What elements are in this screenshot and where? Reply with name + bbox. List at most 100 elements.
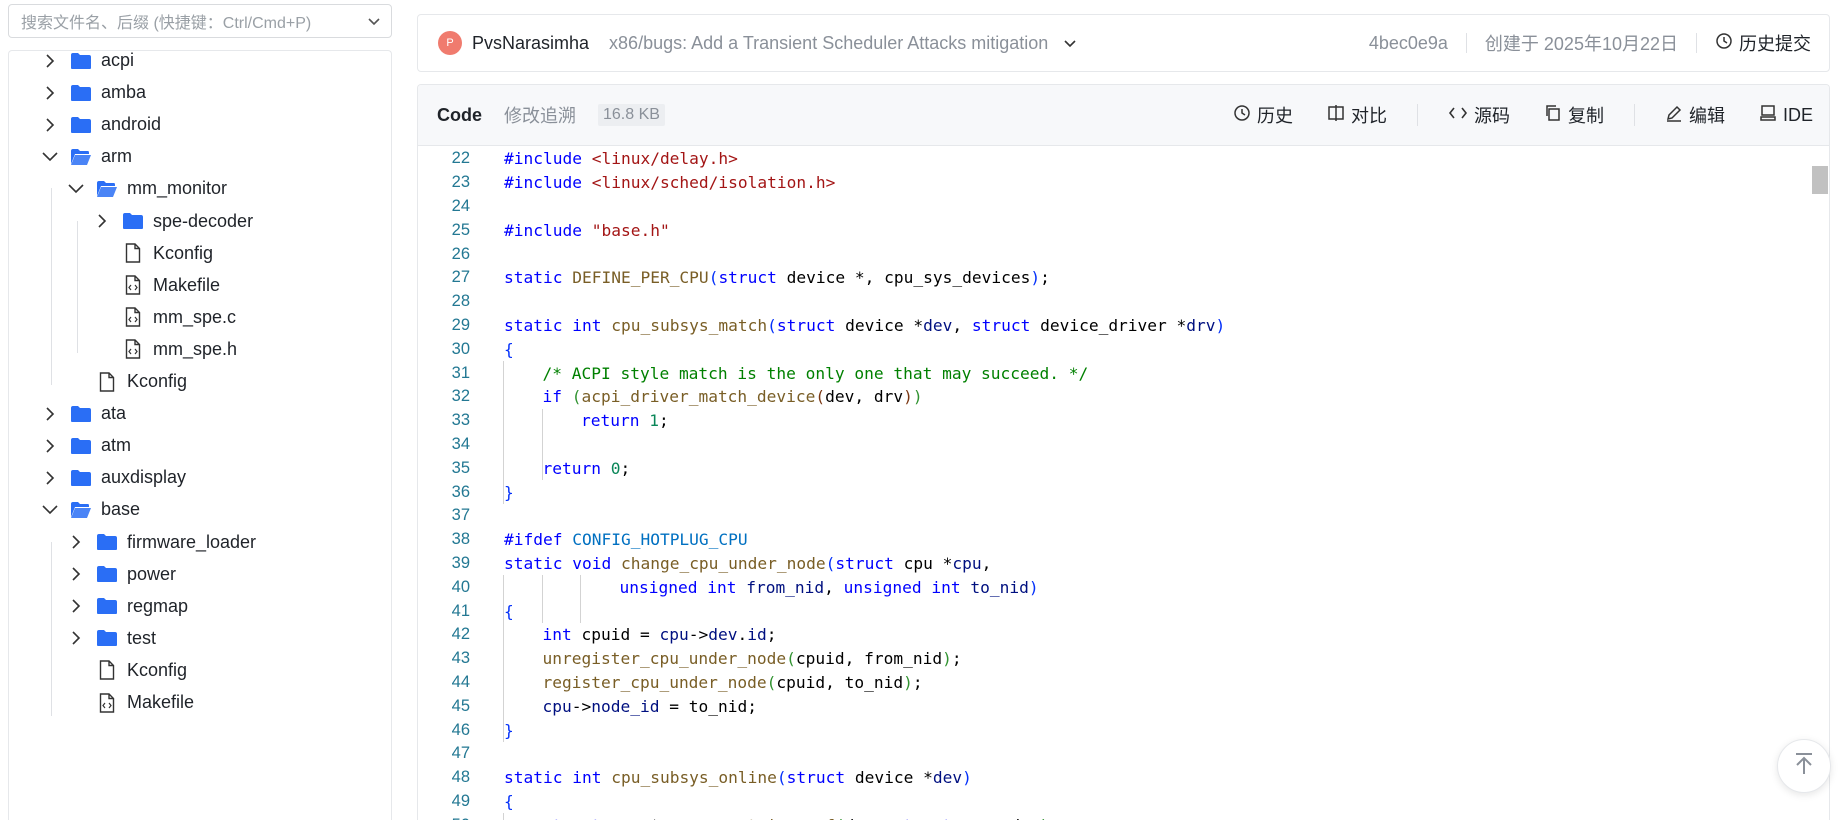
code-line[interactable]: 47	[418, 742, 1708, 766]
line-number: 49	[451, 791, 470, 810]
code-token: (	[767, 315, 777, 335]
code-line[interactable]: 35 return 0;	[418, 456, 1708, 480]
code-line[interactable]: 44 register_cpu_under_node(cpuid, to_nid)…	[418, 671, 1708, 695]
code-line[interactable]: 40 unsigned int from_nid, unsigned int to…	[418, 575, 1708, 599]
code-text: #include "base.h"	[504, 221, 670, 240]
code-line[interactable]: 37	[418, 504, 1708, 528]
tree-item-label: power	[127, 563, 177, 584]
code-token: struct	[718, 268, 787, 288]
code-token: (	[825, 553, 836, 573]
code-token: device_driver *	[1040, 315, 1187, 335]
code-token: (	[835, 816, 845, 820]
code-line[interactable]: 22 #include <linux/delay.h>	[418, 147, 1708, 171]
chevron-right-icon[interactable]	[39, 51, 61, 72]
chevron-down-icon[interactable]	[357, 4, 391, 38]
line-number: 32	[451, 387, 470, 406]
code-token: ->	[571, 696, 592, 716]
code-line[interactable]: 49 {	[418, 790, 1708, 814]
chevron-right-icon[interactable]	[65, 595, 87, 617]
ide-button[interactable]: IDE	[1759, 104, 1813, 127]
code-line[interactable]: 24	[418, 195, 1708, 219]
line-number: 48	[451, 768, 470, 787]
code-token: {	[504, 791, 514, 811]
line-number: 35	[451, 458, 470, 477]
code-line[interactable]: 43 unregister_cpu_under_node(cpuid, from_…	[418, 647, 1708, 671]
folder-icon	[95, 595, 119, 617]
commit-author[interactable]: PvsNarasimha	[472, 33, 589, 54]
code-line[interactable]: 46}	[418, 718, 1708, 742]
code-line[interactable]: 29 static int cpu_subsys_match(struct dev…	[418, 314, 1708, 338]
code-line[interactable]: 41 {	[418, 599, 1708, 623]
tree-file[interactable]: Makefile	[65, 684, 194, 721]
code-line[interactable]: 27 static DEFINE_PER_CPU(struct device *,…	[418, 266, 1708, 290]
chevron-right-icon[interactable]	[39, 403, 61, 425]
code-scrollbar-thumb[interactable]	[1812, 166, 1828, 194]
file-search-input[interactable]: 搜索文件名、后缀 (快捷键：Ctrl/Cmd+P)	[8, 4, 392, 38]
code-line[interactable]: 39 static void change_cpu_under_node(stru…	[418, 552, 1708, 576]
code-token: dev,	[845, 816, 894, 820]
source-label: 源码	[1473, 106, 1510, 126]
code-line[interactable]: 34	[418, 433, 1708, 457]
commit-hash[interactable]: 4bec0e9a	[1369, 33, 1448, 54]
code-line[interactable]: 25 #include "base.h"	[418, 218, 1708, 242]
code-viewer: Code 修改追溯 16.8 KB 历史 对比 源码 复制 编辑 IDE 22 …	[417, 84, 1830, 820]
tree-item-label: auxdisplay	[101, 467, 187, 488]
line-number: 46	[451, 720, 470, 739]
code-token: struct	[543, 816, 611, 820]
copy-button[interactable]: 复制	[1544, 102, 1604, 128]
code-text: return 1;	[581, 411, 669, 430]
tab-blame[interactable]: 修改追溯	[504, 102, 576, 128]
compare-label: 对比	[1350, 106, 1387, 126]
chevron-right-icon[interactable]	[39, 82, 61, 104]
code-line[interactable]: 42 int cpuid = cpu->dev.id;	[418, 623, 1708, 647]
code-line[interactable]: 32 if (acpi_driver_match_device(dev, drv)…	[418, 385, 1708, 409]
indent-guide	[541, 408, 543, 481]
source-button[interactable]: 源码	[1448, 102, 1510, 128]
chevron-down-icon[interactable]	[39, 146, 61, 168]
chevron-right-icon[interactable]	[65, 627, 87, 649]
code-content[interactable]: 22 #include <linux/delay.h> 23 #include <li…	[418, 147, 1718, 820]
chevron-down-icon[interactable]	[1062, 35, 1078, 51]
edit-button[interactable]: 编辑	[1665, 102, 1725, 128]
code-token: change_cpu_under_node	[620, 553, 826, 573]
chevron-down-icon[interactable]	[65, 178, 87, 200]
code-token: "base.h"	[591, 220, 670, 240]
code-token: unsigned	[843, 577, 932, 597]
code-line[interactable]: 48 static int cpu_subsys_online(struct de…	[418, 766, 1708, 790]
indent-guide	[580, 575, 581, 623]
code-token: static	[504, 553, 573, 573]
history-commits-button[interactable]: 历史提交	[1715, 30, 1811, 56]
code-line[interactable]: 26	[418, 242, 1708, 266]
compare-button[interactable]: 对比	[1327, 102, 1387, 128]
tree-item-label: Makefile	[127, 692, 195, 712]
line-number: 36	[451, 482, 470, 501]
chevron-right-icon[interactable]	[65, 531, 87, 553]
chevron-down-icon[interactable]	[39, 499, 61, 521]
code-line[interactable]: 50 struct cpu *cpu = container_of(dev, st…	[418, 813, 1708, 820]
code-token: container_of	[718, 816, 835, 820]
chevron-right-icon[interactable]	[91, 210, 113, 232]
line-number: 37	[451, 506, 470, 525]
commit-meta: 4bec0e9a 创建于 2025年10月22日 历史提交	[1369, 30, 1829, 56]
chevron-right-icon[interactable]	[39, 467, 61, 489]
code-line[interactable]: 38 #ifdef CONFIG_HOTPLUG_CPU	[418, 528, 1708, 552]
code-token: ;	[658, 411, 669, 431]
code-line[interactable]: 33 return 1;	[418, 409, 1708, 433]
chevron-right-icon[interactable]	[65, 563, 87, 585]
avatar[interactable]: P	[438, 31, 462, 55]
code-line[interactable]: 28	[418, 290, 1708, 314]
code-line[interactable]: 31 /* ACPI style match is the only one th…	[418, 361, 1708, 385]
scroll-to-top-button[interactable]	[1777, 739, 1831, 793]
tree-item-label: regmap	[127, 595, 189, 616]
chevron-right-icon[interactable]	[39, 435, 61, 457]
line-number: 38	[451, 530, 470, 549]
code-line[interactable]: 36}	[418, 480, 1708, 504]
chevron-right-icon[interactable]	[39, 114, 61, 136]
history-button[interactable]: 历史	[1233, 102, 1293, 128]
code-line[interactable]: 23 #include <linux/sched/isolation.h>	[418, 171, 1708, 195]
folder-icon	[95, 563, 119, 585]
commit-message[interactable]: x86/bugs: Add a Transient Scheduler Atta…	[609, 33, 1048, 54]
code-line[interactable]: 30 {	[418, 337, 1708, 361]
tab-code[interactable]: Code	[437, 105, 482, 126]
code-line[interactable]: 45 cpu->node_id = to_nid;	[418, 694, 1708, 718]
